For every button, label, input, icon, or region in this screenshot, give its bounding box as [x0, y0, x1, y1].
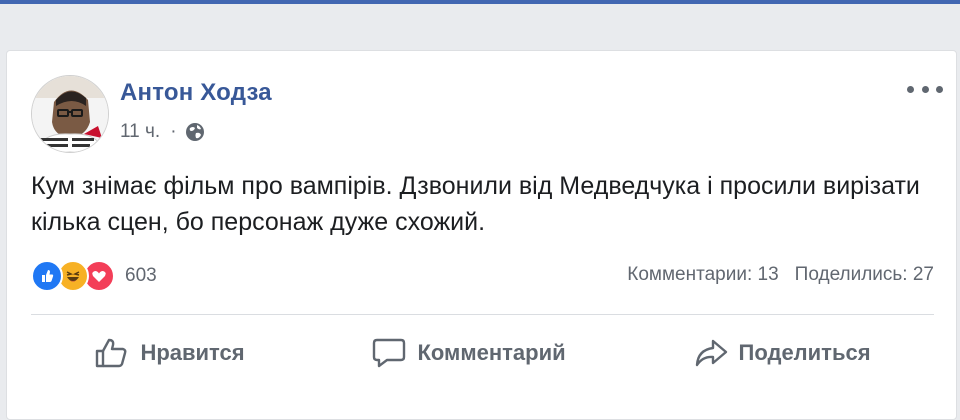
meta-separator: ·: [170, 121, 177, 142]
share-button[interactable]: Поделиться: [683, 331, 881, 375]
post-meta: 11 ч. ·: [120, 121, 205, 143]
comment-icon: [373, 338, 406, 368]
reactions-count[interactable]: 603: [125, 265, 157, 287]
share-icon: [695, 339, 727, 367]
comment-button[interactable]: Комментарий: [361, 331, 575, 375]
avatar[interactable]: [31, 75, 109, 153]
share-label: Поделиться: [738, 340, 871, 365]
actions-bar: Нравится Комментарий Поделиться: [31, 325, 934, 381]
comment-label: Комментарий: [417, 340, 566, 365]
post-card: Антон Ходза 11 ч. · Кум знімає фільм про…: [6, 50, 957, 420]
top-bar: [0, 0, 960, 4]
comments-count[interactable]: Комментарии: 13: [627, 264, 778, 286]
author-name[interactable]: Антон Ходза: [120, 79, 272, 107]
post-stats: Комментарии: 13 Поделились: 27: [611, 264, 934, 286]
reactions-summary[interactable]: 603: [31, 259, 157, 293]
more-dot-icon: [936, 85, 943, 93]
shares-count[interactable]: Поделились: 27: [795, 264, 934, 286]
like-icon: [31, 260, 63, 292]
more-dot-icon: [921, 85, 929, 93]
more-options-button[interactable]: [907, 79, 943, 99]
globe-icon[interactable]: [185, 122, 205, 142]
stats-divider: [31, 314, 934, 315]
more-dot-icon: [907, 85, 914, 93]
like-button[interactable]: Нравится: [84, 331, 254, 375]
thumbs-up-icon: [96, 338, 127, 368]
like-label: Нравится: [140, 340, 245, 365]
avatar-image: [32, 76, 108, 152]
post-text: Кум знімає фільм про вампірів. Дзвонили …: [31, 172, 920, 236]
post-time[interactable]: 11 ч.: [120, 121, 160, 143]
